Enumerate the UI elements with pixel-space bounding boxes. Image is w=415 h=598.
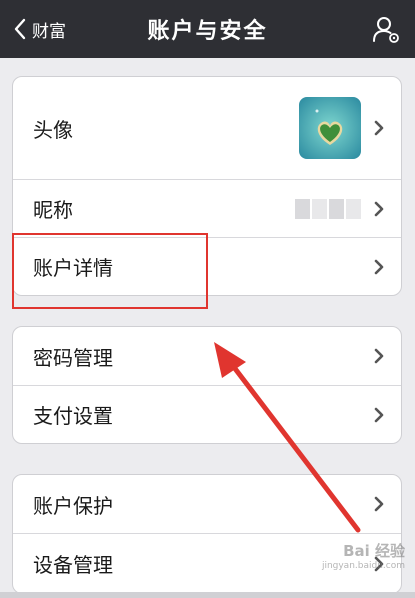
bottom-strip <box>0 592 415 598</box>
watermark-logo: Bai 经验 <box>343 542 405 560</box>
annotation-arrow <box>214 342 361 533</box>
watermark: Bai 经验 jingyan.baidu.com <box>315 540 405 571</box>
watermark-url: jingyan.baidu.com <box>321 561 405 571</box>
